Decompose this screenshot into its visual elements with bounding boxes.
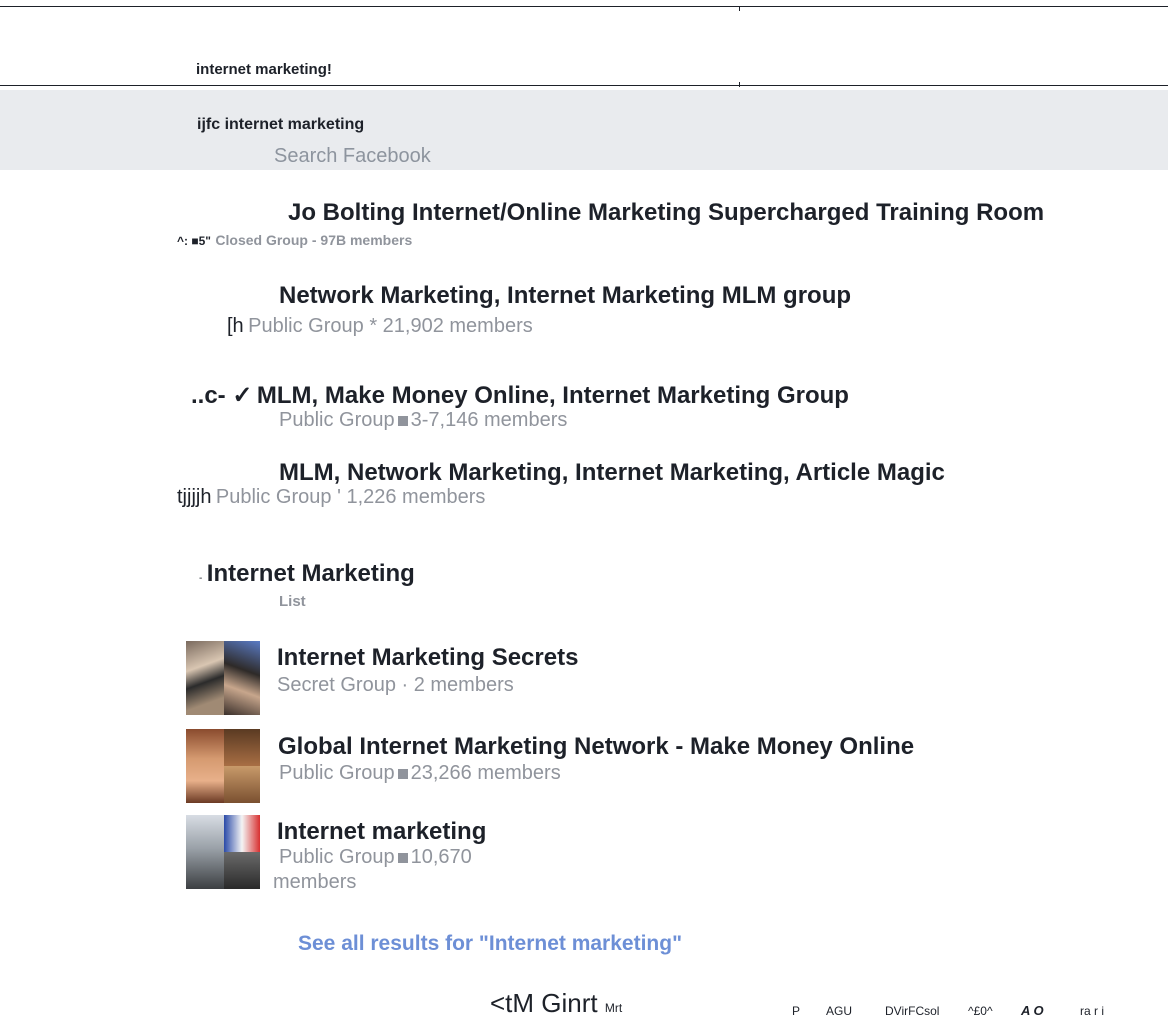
search-query-text: internet marketing! xyxy=(196,61,332,78)
result-title[interactable]: Internet Marketing xyxy=(207,560,415,587)
result-title[interactable]: Network Marketing, Internet Marketing ML… xyxy=(279,282,851,310)
footer-item: ra r i xyxy=(1080,1004,1104,1018)
footer-left-text: <tM Ginrt Mrt xyxy=(490,988,622,1019)
footer-item: P xyxy=(792,1004,801,1018)
result-title[interactable]: Internet Marketing Secrets xyxy=(277,644,578,672)
search-placeholder[interactable]: Search Facebook xyxy=(274,145,431,168)
result-title-row[interactable]: ..c- ✓ MLM, Make Money Online, Internet … xyxy=(191,381,849,410)
top-divider xyxy=(0,6,1168,7)
result-title[interactable]: MLM, Make Money Online, Internet Marketi… xyxy=(257,382,849,409)
result-meta: Public Group 10,670 xyxy=(279,846,472,869)
result-meta-type: Public Group xyxy=(279,762,395,784)
group-avatar-image[interactable] xyxy=(186,641,260,715)
result-meta-row: ^: ■5" Closed Group - 97B members xyxy=(177,232,412,250)
result-meta-count: 23,266 members xyxy=(410,762,561,784)
footer-item: DVirFCsol xyxy=(885,1004,940,1018)
result-title[interactable]: MLM, Network Marketing, Internet Marketi… xyxy=(279,459,945,487)
result-meta-type: Public Group xyxy=(279,846,395,868)
result-title-row[interactable]: - Internet Marketing xyxy=(199,560,415,588)
footer-item: A O xyxy=(1021,1003,1044,1018)
search-bar[interactable] xyxy=(0,90,1168,170)
result-meta: Public Group 23,266 members xyxy=(279,762,561,785)
result-meta: Public Group 3-7,146 members xyxy=(279,409,567,432)
search-input[interactable]: ijfc internet marketing xyxy=(197,116,364,134)
group-avatar-image[interactable] xyxy=(186,815,260,889)
result-prefix-text: tjjjjh xyxy=(177,486,212,508)
result-meta-row: [h Public Group * 21,902 members xyxy=(227,315,533,338)
footer-item: AGU xyxy=(826,1004,853,1018)
header-divider xyxy=(0,85,1168,86)
separator-icon xyxy=(397,852,408,863)
result-meta-count: 10,670 xyxy=(410,846,472,868)
result-meta-count: 3-7,146 members xyxy=(410,409,568,431)
result-title[interactable]: Jo Bolting Internet/Online Marketing Sup… xyxy=(288,199,1044,227)
result-meta-continued: members xyxy=(273,871,357,893)
result-meta-type: Public Group xyxy=(279,409,395,431)
top-divider-tick xyxy=(739,6,740,11)
separator-icon xyxy=(397,768,408,779)
result-title[interactable]: Global Internet Marketing Network - Make… xyxy=(278,733,914,761)
result-title[interactable]: Internet marketing xyxy=(277,818,486,846)
footer-big-text: <tM Ginrt xyxy=(490,988,598,1018)
result-meta: Public Group ' 1,226 members xyxy=(215,486,486,508)
result-meta: Public Group * 21,902 members xyxy=(248,315,533,337)
group-avatar-image[interactable] xyxy=(186,729,260,803)
result-prefix-text: - xyxy=(199,573,203,584)
see-all-results-link[interactable]: See all results for "Internet marketing" xyxy=(298,932,682,956)
separator-icon xyxy=(397,415,408,426)
result-meta-row: tjjjjh Public Group ' 1,226 members xyxy=(177,486,485,509)
result-prefix-text: [h xyxy=(227,315,244,337)
result-meta: Secret Group · 2 members xyxy=(277,674,514,696)
footer-item: ^£0^ xyxy=(968,1004,993,1018)
footer-small-text: Mrt xyxy=(604,1001,623,1015)
result-meta: List xyxy=(279,593,306,610)
result-meta: Closed Group - 97B members xyxy=(215,232,413,248)
header-divider-tick xyxy=(739,82,740,87)
result-prefix-text: ^: ■5" xyxy=(177,234,211,248)
result-prefix-text: ..c- ✓ xyxy=(191,382,253,409)
